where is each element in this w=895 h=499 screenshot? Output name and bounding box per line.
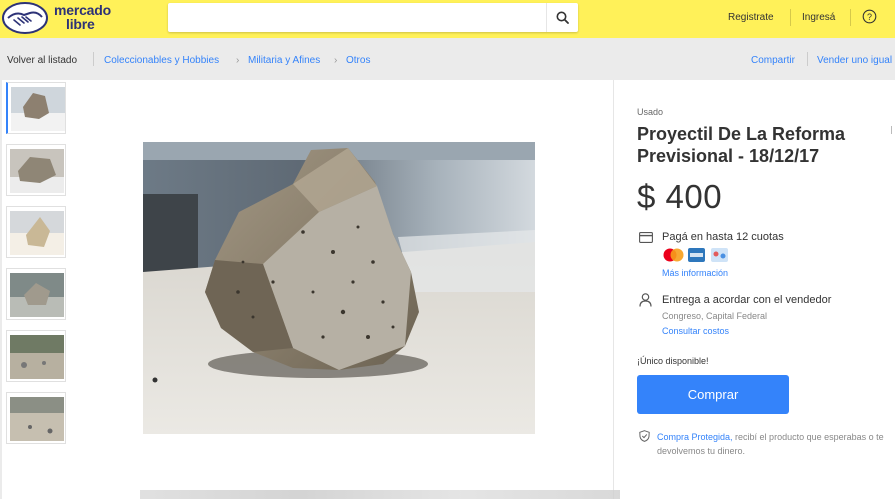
thumbnail[interactable] [6, 82, 66, 134]
card-icon [639, 232, 653, 243]
user-icon [639, 293, 652, 307]
chevron-right-icon: › [236, 55, 240, 66]
breadcrumb: Volver al listado Coleccionables y Hobbi… [0, 38, 895, 80]
mastercard-icon [663, 248, 684, 262]
payment-methods [662, 247, 736, 268]
buy-button[interactable]: Comprar [637, 375, 789, 414]
column-divider [613, 80, 614, 499]
login-link[interactable]: Ingresá [802, 12, 835, 23]
back-to-list-link[interactable]: Volver al listado [7, 55, 77, 66]
register-link[interactable]: Registrate [728, 12, 774, 23]
stock-status: ¡Único disponible! [637, 356, 709, 366]
amex-icon [688, 248, 705, 262]
product-title: Proyectil De La Reforma Previsional - 18… [637, 124, 846, 166]
thumbnail[interactable] [6, 268, 66, 320]
handshake-logo-icon[interactable] [2, 2, 48, 34]
purchase-protection: Compra Protegida, recibí el producto que… [657, 430, 895, 458]
nav-divider [850, 9, 851, 26]
overlay-strip [140, 490, 620, 499]
card-brand-icon [711, 248, 728, 262]
delivery-text: Entrega a acordar con el vendedor [662, 294, 832, 306]
sell-similar-link[interactable]: Vender uno igual [817, 55, 892, 66]
installments-text: Pagá en hasta 12 cuotas [662, 231, 784, 243]
item-condition: Usado [637, 107, 664, 117]
search-icon [556, 11, 569, 24]
product-photo[interactable] [143, 142, 535, 434]
thumbnail[interactable] [6, 206, 66, 258]
thumbnail[interactable] [6, 330, 66, 382]
shield-icon [639, 430, 650, 442]
thumbnail[interactable] [6, 144, 66, 196]
search-box [168, 3, 578, 32]
edge-marker [891, 126, 895, 134]
product-price: $ 400 [637, 178, 723, 215]
breadcrumb-item[interactable]: Otros [346, 55, 370, 66]
top-header: mercado libre Registrate Ingresá ? [0, 0, 895, 38]
divider [93, 52, 94, 66]
logo-wordmark[interactable]: mercado libre [54, 3, 111, 31]
breadcrumb-item[interactable]: Coleccionables y Hobbies [104, 55, 219, 66]
seller-location: Congreso, Capital Federal [662, 311, 768, 321]
svg-text:?: ? [867, 12, 872, 22]
chevron-right-icon: › [334, 55, 338, 66]
protection-link[interactable]: Compra Protegida, [657, 432, 733, 442]
divider [807, 52, 808, 66]
share-link[interactable]: Compartir [751, 55, 795, 66]
thumbnail[interactable] [6, 392, 66, 444]
search-button[interactable] [546, 3, 578, 32]
shipping-costs-link[interactable]: Consultar costos [662, 326, 729, 336]
nav-divider [790, 9, 791, 26]
search-input[interactable] [168, 3, 546, 32]
more-info-link[interactable]: Más información [662, 268, 728, 278]
breadcrumb-item[interactable]: Militaria y Afines [248, 55, 320, 66]
help-icon[interactable]: ? [862, 9, 877, 24]
